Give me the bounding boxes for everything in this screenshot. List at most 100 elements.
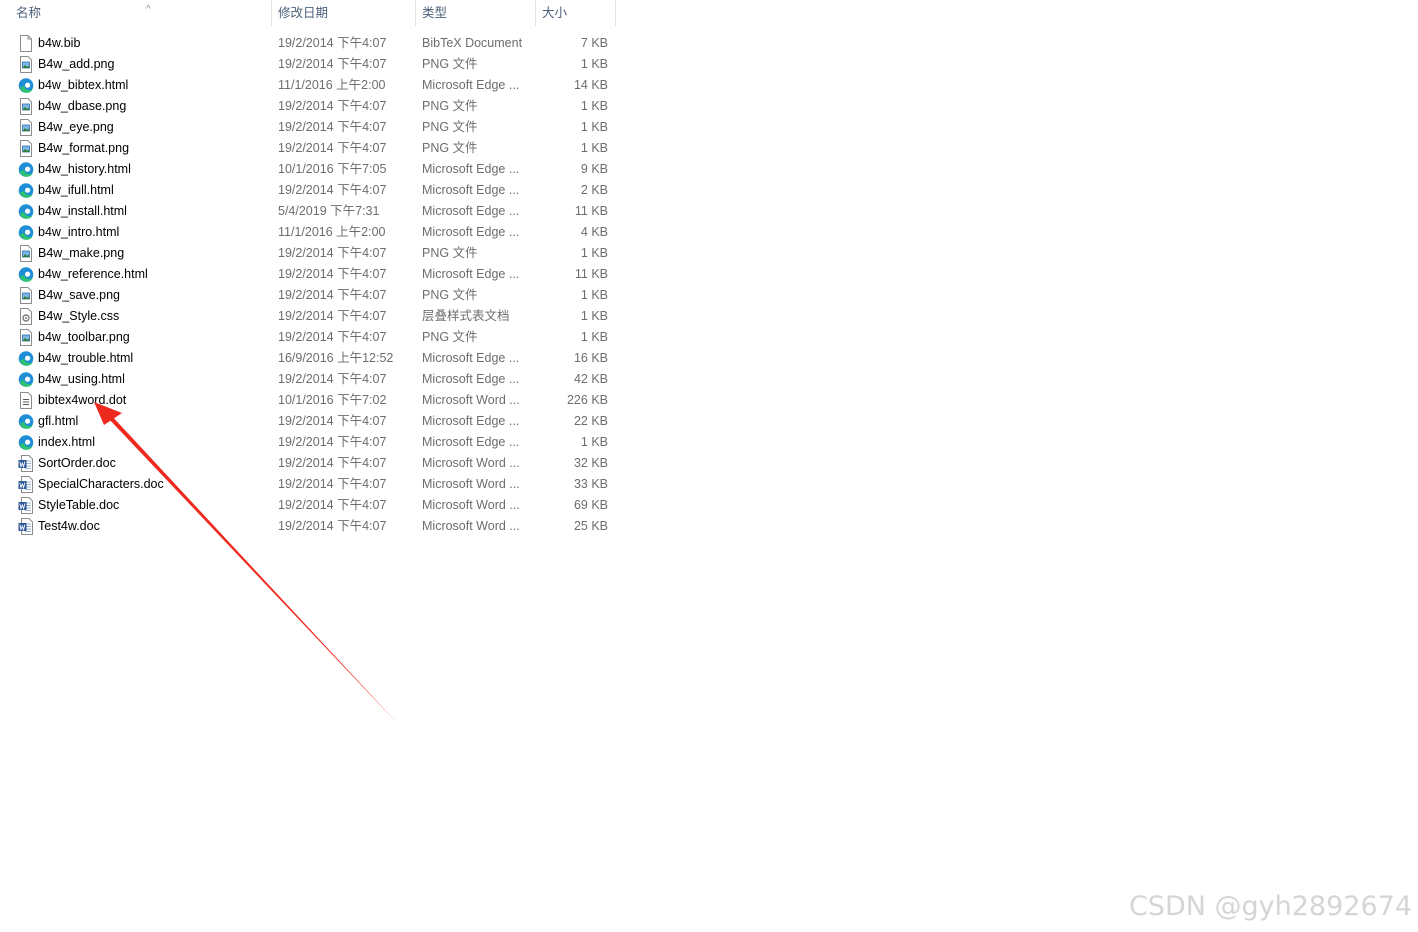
file-name: Test4w.doc [38,519,100,533]
edge-icon [18,350,34,367]
png-file-icon [18,119,34,136]
file-type: Microsoft Word ... [422,393,520,407]
file-size: 69 KB [573,498,608,512]
edge-icon [18,224,34,241]
file-type: Microsoft Edge ... [422,162,520,176]
column-header-size-label: 大小 [542,6,568,20]
file-row[interactable]: b4w.bib 19/2/2014 下午4:07 BibTeX Document 7 … [0,33,616,54]
file-row[interactable]: Test4w.doc 19/2/2014 下午4:07 Microsoft Word… [0,516,616,537]
file-size: 1 KB [580,288,608,302]
file-type: Microsoft Word ... [422,519,520,533]
file-row[interactable]: b4w_ifull.html 19/2/2014 下午4:07 Microsoft … [0,180,616,201]
file-size: 14 KB [573,78,608,92]
file-date: 19/2/2014 下午4:07 [278,120,387,134]
column-header-size[interactable]: 大小 [536,0,616,26]
file-row[interactable]: B4w_eye.png 19/2/2014 下午4:07 PNG 文件 1 KB [0,117,616,138]
file-row[interactable]: b4w_toolbar.png 19/2/2014 下午4:07 PNG 文件 1 K… [0,327,616,348]
edge-icon [18,203,34,220]
file-row[interactable]: b4w_intro.html 11/1/2016 上午2:00 Microsoft … [0,222,616,243]
edge-icon [18,371,34,388]
file-row[interactable]: b4w_dbase.png 19/2/2014 下午4:07 PNG 文件 1 KB [0,96,616,117]
file-type: Microsoft Word ... [422,477,520,491]
file-row[interactable]: B4w_save.png 19/2/2014 下午4:07 PNG 文件 1 KB [0,285,616,306]
file-date: 19/2/2014 下午4:07 [278,246,387,260]
file-date: 19/2/2014 下午4:07 [278,183,387,197]
file-name: B4w_format.png [38,141,130,155]
file-row[interactable]: SpecialCharacters.doc 19/2/2014 下午4:07 Mic… [0,474,616,495]
png-file-icon [18,140,34,157]
word-doc-icon [18,497,34,514]
file-row[interactable]: b4w_using.html 19/2/2014 下午4:07 Microsoft … [0,369,616,390]
file-row[interactable]: B4w_Style.css 19/2/2014 下午4:07 层叠样式表文档 1 KB [0,306,616,327]
file-size: 11 KB [574,204,608,218]
file-type: PNG 文件 [422,120,478,134]
file-type: PNG 文件 [422,288,478,302]
blank-file-icon [18,35,34,52]
file-type: Microsoft Edge ... [422,78,520,92]
file-date: 11/1/2016 上午2:00 [278,78,386,92]
file-name: b4w_trouble.html [38,351,134,365]
file-size: 42 KB [573,372,608,386]
file-name: b4w_bibtex.html [38,78,129,92]
file-date: 11/1/2016 上午2:00 [278,225,386,239]
file-row[interactable]: gfl.html 19/2/2014 下午4:07 Microsoft Edge .… [0,411,616,432]
edge-icon [18,266,34,283]
file-name: SortOrder.doc [38,456,116,470]
column-header-name-label: 名称 [16,6,42,20]
column-header-bar: 名称 ^ 修改日期 类型 大小 [0,0,616,26]
png-file-icon [18,245,34,262]
file-row[interactable]: b4w_trouble.html 16/9/2016 上午12:52 Microso… [0,348,616,369]
file-type: Microsoft Edge ... [422,351,520,365]
file-name: b4w_history.html [38,162,131,176]
file-row[interactable]: index.html 19/2/2014 下午4:07 Microsoft Edge… [0,432,616,453]
file-size: 226 KB [566,393,608,407]
file-name: B4w_save.png [38,288,121,302]
file-name: B4w_Style.css [38,309,120,323]
file-date: 19/2/2014 下午4:07 [278,267,387,281]
file-size: 7 KB [580,36,608,50]
file-row[interactable]: b4w_history.html 10/1/2016 下午7:05 Microsof… [0,159,616,180]
file-date: 19/2/2014 下午4:07 [278,477,387,491]
file-type: Microsoft Edge ... [422,225,520,239]
file-row[interactable]: bibtex4word.dot 10/1/2016 下午7:02 Microsoft… [0,390,616,411]
word-doc-icon [18,476,34,493]
file-date: 5/4/2019 下午7:31 [278,204,380,218]
file-row[interactable]: StyleTable.doc 19/2/2014 下午4:07 Microsoft … [0,495,616,516]
file-row[interactable]: b4w_reference.html 19/2/2014 下午4:07 Micros… [0,264,616,285]
file-size: 1 KB [580,309,608,323]
file-date: 19/2/2014 下午4:07 [278,288,387,302]
png-file-icon [18,287,34,304]
file-size: 11 KB [574,267,608,281]
file-size: 1 KB [580,141,608,155]
column-header-name[interactable]: 名称 ^ [10,0,272,26]
file-row[interactable]: b4w_install.html 5/4/2019 下午7:31 Microsoft… [0,201,616,222]
file-name: bibtex4word.dot [38,393,127,407]
file-row[interactable]: B4w_format.png 19/2/2014 下午4:07 PNG 文件 1 KB [0,138,616,159]
column-header-type[interactable]: 类型 [416,0,536,26]
file-size: 1 KB [580,99,608,113]
file-size: 4 KB [580,225,608,239]
sort-ascending-icon: ^ [146,4,151,15]
file-name: index.html [38,435,95,449]
file-size: 1 KB [580,120,608,134]
file-date: 19/2/2014 下午4:07 [278,309,387,323]
file-size: 16 KB [573,351,608,365]
file-row[interactable]: B4w_add.png 19/2/2014 下午4:07 PNG 文件 1 KB [0,54,616,75]
edge-icon [18,182,34,199]
file-date: 19/2/2014 下午4:07 [278,330,387,344]
file-name: StyleTable.doc [38,498,120,512]
column-header-type-label: 类型 [422,6,448,20]
file-date: 19/2/2014 下午4:07 [278,519,387,533]
file-row[interactable]: B4w_make.png 19/2/2014 下午4:07 PNG 文件 1 KB [0,243,616,264]
file-size: 25 KB [573,519,608,533]
file-type: PNG 文件 [422,246,478,260]
file-type: Microsoft Edge ... [422,372,520,386]
file-type: Microsoft Edge ... [422,204,520,218]
file-type: 层叠样式表文档 [422,309,510,323]
file-row[interactable]: SortOrder.doc 19/2/2014 下午4:07 Microsoft W… [0,453,616,474]
file-type: Microsoft Edge ... [422,414,520,428]
column-header-date[interactable]: 修改日期 [272,0,416,26]
file-row[interactable]: b4w_bibtex.html 11/1/2016 上午2:00 Microsoft… [0,75,616,96]
file-name: b4w_dbase.png [38,99,127,113]
word-doc-icon [18,455,34,472]
